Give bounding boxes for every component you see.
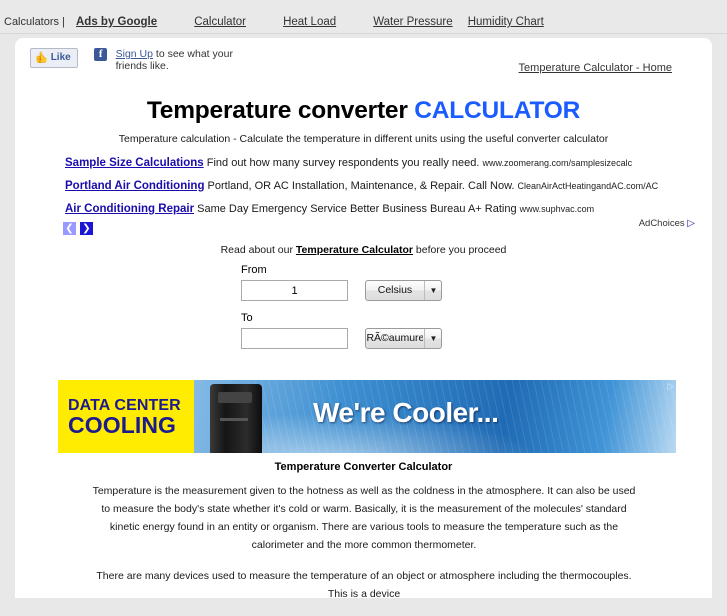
article-paragraph: Temperature is the measurement given to … — [92, 485, 636, 551]
nav-link-water-pressure[interactable]: Water Pressure — [373, 16, 452, 28]
ad-next-arrow-icon[interactable]: ❯ — [80, 222, 93, 235]
ad-prev-arrow-icon[interactable]: ❮ — [63, 222, 76, 235]
nav-link-calculator[interactable]: Calculator — [194, 16, 246, 28]
text-ad-url: www.suphvac.com — [519, 204, 595, 214]
from-label: From — [241, 264, 267, 276]
text-ad-title[interactable]: Air Conditioning Repair — [65, 203, 194, 215]
text-ad-description: Portland, OR AC Installation, Maintenanc… — [204, 180, 518, 192]
page-subtitle: Temperature calculation - Calculate the … — [118, 133, 609, 145]
text-ad-description: Find out how many survey respondents you… — [203, 157, 483, 169]
top-navigation-links: Calculators | Ads by Google Calculator H… — [4, 16, 544, 28]
text-ad-row: Air Conditioning Repair Same Day Emergen… — [65, 203, 685, 215]
to-row: RÃ©aumure ▼ — [241, 328, 541, 350]
thumbs-up-icon: 👍 — [35, 52, 49, 64]
text-ad-url: CleanAirActHeatingandAC.com/AC — [517, 181, 659, 191]
server-tower-image — [210, 384, 262, 453]
article-paragraph: There are many devices used to measure t… — [96, 570, 632, 600]
chevron-down-icon: ▼ — [424, 281, 441, 300]
home-link[interactable]: Temperature Calculator - Home — [519, 62, 672, 74]
page-title: Temperature converter CALCULATOR — [15, 97, 712, 125]
banner-ad[interactable]: DATA CENTER COOLING We're Cooler... ▷ — [58, 380, 676, 453]
article-title: Temperature Converter Calculator — [274, 461, 453, 473]
top-navigation-bar: Calculators | Ads by Google Calculator H… — [0, 0, 727, 34]
article-body: Temperature is the measurement given to … — [90, 482, 638, 616]
page-card: 👍 Like f Sign Up to see what your friends… — [15, 38, 712, 600]
adchoices-label: AdChoices — [638, 218, 685, 229]
text-ad-description: Same Day Emergency Service Better Busine… — [194, 203, 520, 215]
temperature-converter-form: From Celsius ▼ To RÃ©aumure ▼ — [241, 264, 541, 360]
text-ad-row: Sample Size Calculations Find out how ma… — [65, 157, 685, 169]
to-unit-label: RÃ©aumure — [366, 332, 424, 344]
facebook-signup-link[interactable]: Sign Up — [116, 48, 153, 60]
text-ad-url: www.zoomerang.com/samplesizecalc — [482, 158, 633, 168]
temperature-calculator-link[interactable]: Temperature Calculator — [296, 244, 413, 256]
read-about-line: Read about our Temperature Calculator be… — [15, 244, 712, 256]
calculators-label: Calculators | — [4, 16, 65, 28]
from-unit-select[interactable]: Celsius ▼ — [365, 280, 443, 301]
facebook-social-row: 👍 Like f Sign Up to see what your friends… — [30, 48, 690, 84]
banner-ad-headline: We're Cooler... — [313, 397, 499, 428]
nav-link-humidity-chart[interactable]: Humidity Chart — [468, 16, 544, 28]
from-unit-label: Celsius — [377, 284, 413, 296]
text-ad-row: Portland Air Conditioning Portland, OR A… — [65, 180, 685, 192]
adchoices-link[interactable]: AdChoices ▷ — [639, 218, 695, 229]
page-title-black: Temperature converter — [146, 97, 415, 124]
adchoices-triangle-icon: ▷ — [687, 218, 695, 229]
facebook-like-label: Like — [50, 52, 71, 63]
to-label: To — [241, 312, 253, 324]
banner-adchoices-icon[interactable]: ▷ — [667, 381, 674, 392]
banner-ad-line2: COOLING — [68, 412, 177, 438]
ad-pagination: ❮ ❯ — [63, 218, 97, 236]
chevron-down-icon: ▼ — [424, 329, 441, 348]
text-ad-title[interactable]: Portland Air Conditioning — [65, 180, 204, 192]
from-value-input[interactable] — [241, 280, 348, 301]
read-about-before: Read about our — [220, 244, 296, 256]
from-row: Celsius ▼ — [241, 280, 541, 302]
to-value-input[interactable] — [241, 328, 348, 349]
google-text-ads: Sample Size Calculations Find out how ma… — [65, 157, 685, 226]
read-about-after: before you proceed — [413, 244, 507, 256]
text-ad-title[interactable]: Sample Size Calculations — [65, 157, 204, 169]
facebook-icon: f — [94, 48, 108, 61]
ads-by-google-link[interactable]: Ads by Google — [76, 16, 157, 28]
to-unit-select[interactable]: RÃ©aumure ▼ — [365, 328, 443, 349]
facebook-signup-text: Sign Up to see what your friends like. — [116, 48, 246, 72]
nav-link-heat-load[interactable]: Heat Load — [283, 16, 336, 28]
banner-ad-logo-block: DATA CENTER COOLING — [58, 380, 194, 453]
page-title-blue: CALCULATOR — [414, 97, 581, 124]
facebook-like-button[interactable]: 👍 Like — [30, 48, 78, 68]
